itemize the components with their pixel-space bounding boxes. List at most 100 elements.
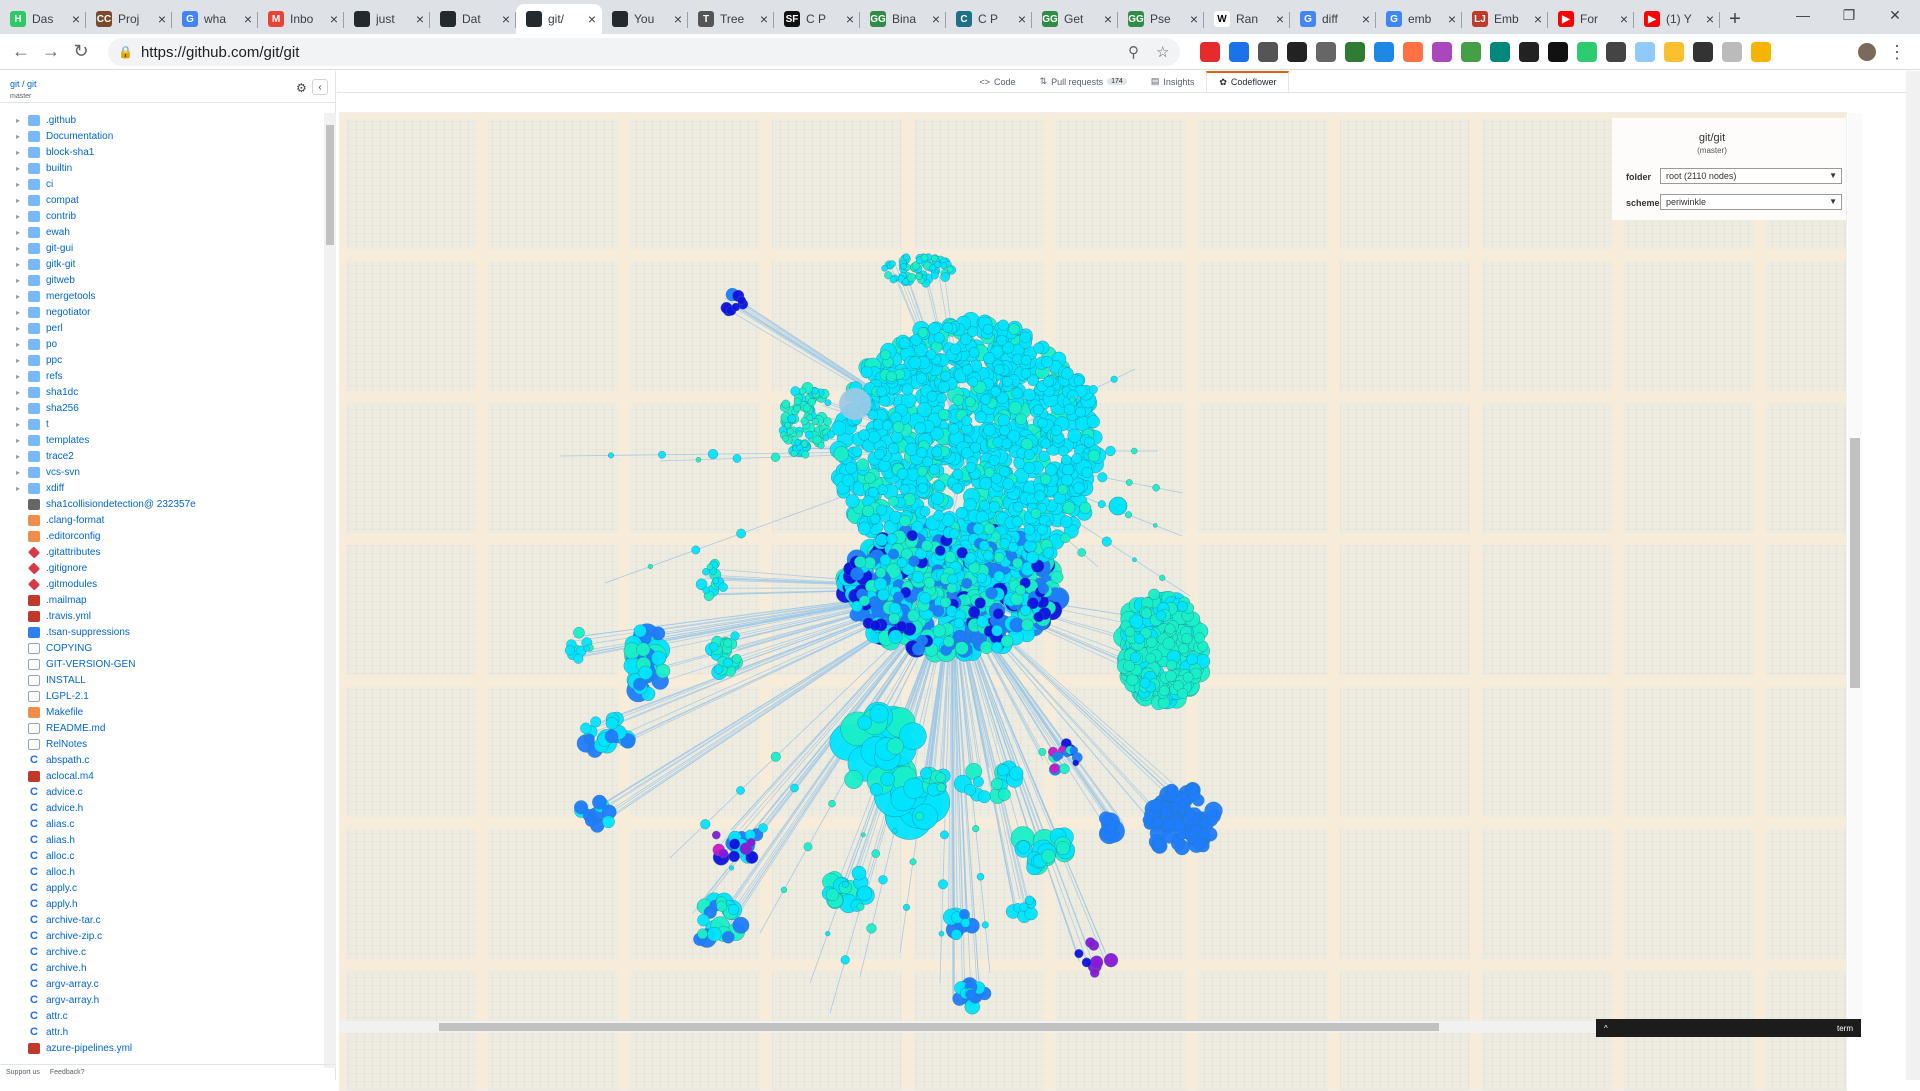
browser-tab[interactable]: Gdiff× [1290,4,1376,34]
close-icon[interactable]: × [588,11,596,27]
tree-file[interactable]: Calias.h [0,832,322,848]
tree-folder[interactable]: ▸.github [0,112,322,128]
close-icon[interactable]: × [1362,11,1370,27]
bookmark-star-icon[interactable]: ☆ [1156,43,1169,61]
codeflower-canvas[interactable] [339,112,1847,1091]
tab-pull-requests[interactable]: ⇅Pull requests174 [1028,71,1139,92]
tree-folder[interactable]: ▸sha1dc [0,384,322,400]
extension-icon[interactable] [1693,42,1713,62]
browser-tab[interactable]: GGGet× [1032,4,1118,34]
browser-tab[interactable]: GGBina× [860,4,946,34]
tree-file[interactable]: .tsan-suppressions [0,624,322,640]
chevron-right-icon[interactable]: ▸ [12,340,24,349]
tree-folder[interactable]: ▸vcs-svn [0,464,322,480]
chevron-right-icon[interactable]: ▸ [12,324,24,333]
chevron-right-icon[interactable]: ▸ [12,356,24,365]
tree-file[interactable]: azure-pipelines.yml [0,1040,322,1056]
extension-icon[interactable] [1258,42,1278,62]
extension-icon[interactable] [1374,42,1394,62]
reload-icon[interactable]: ↻ [66,37,96,67]
tree-folder[interactable]: ▸xdiff [0,480,322,496]
tree-folder[interactable]: ▸negotiator [0,304,322,320]
browser-tab[interactable]: MInbo× [258,4,344,34]
browser-tab[interactable]: CCProj× [86,4,172,34]
close-icon[interactable]: × [1276,11,1284,27]
tree-file[interactable]: Cadvice.h [0,800,322,816]
tree-file[interactable]: Capply.c [0,880,322,896]
chevron-right-icon[interactable]: ▸ [12,260,24,269]
tree-file[interactable]: Cargv-array.h [0,992,322,1008]
tree-file[interactable]: .mailmap [0,592,322,608]
tree-file[interactable]: .gitattributes [0,544,322,560]
extension-icon[interactable] [1432,42,1452,62]
tree-folder[interactable]: ▸trace2 [0,448,322,464]
gear-icon[interactable]: ⚙ [296,81,307,95]
tree-file[interactable]: aclocal.m4 [0,768,322,784]
browser-tab[interactable]: ▶(1) Y× [1634,4,1720,34]
extension-icon[interactable] [1577,42,1597,62]
profile-avatar[interactable] [1852,37,1882,67]
tree-file[interactable]: Cadvice.c [0,784,322,800]
codeflower-graph[interactable] [340,113,1847,1091]
support-link[interactable]: Support us [6,1069,40,1076]
extension-icon[interactable] [1722,42,1742,62]
browser-tab[interactable]: HDas× [0,4,86,34]
tree-folder[interactable]: ▸ci [0,176,322,192]
close-icon[interactable]: × [158,11,166,27]
chevron-right-icon[interactable]: ▸ [12,452,24,461]
chevron-right-icon[interactable]: ▸ [12,420,24,429]
browser-tab[interactable]: LJEmb× [1462,4,1548,34]
tree-file[interactable]: Carchive-tar.c [0,912,322,928]
tree-file[interactable]: Capply.h [0,896,322,912]
zoom-icon[interactable]: ⚲ [1128,43,1139,61]
close-icon[interactable]: × [1018,11,1026,27]
tree-folder[interactable]: ▸gitk-git [0,256,322,272]
extension-icon[interactable] [1316,42,1336,62]
tree-file[interactable]: Cattr.c [0,1008,322,1024]
extension-icon[interactable] [1519,42,1539,62]
tree-file[interactable]: .gitignore [0,560,322,576]
tree-file[interactable]: .clang-format [0,512,322,528]
tree-folder[interactable]: ▸contrib [0,208,322,224]
tree-folder[interactable]: ▸t [0,416,322,432]
tree-file[interactable]: GIT-VERSION-GEN [0,656,322,672]
extension-icon[interactable] [1229,42,1249,62]
tree-file[interactable]: .gitmodules [0,576,322,592]
close-icon[interactable]: × [416,11,424,27]
close-icon[interactable]: × [1706,11,1714,27]
chevron-right-icon[interactable]: ▸ [12,468,24,477]
close-icon[interactable]: × [1104,11,1112,27]
folder-select[interactable]: root (2110 nodes)▼ [1660,168,1842,184]
tree-folder[interactable]: ▸sha256 [0,400,322,416]
menu-icon[interactable]: ⋮ [1882,37,1912,67]
extension-icon[interactable] [1664,42,1684,62]
tab-codeflower[interactable]: ✿Codeflower [1206,71,1289,92]
scheme-select[interactable]: periwinkle▼ [1660,194,1842,210]
browser-tab[interactable]: SFC P× [774,4,860,34]
minimize-button[interactable]: — [1780,0,1826,30]
extension-icon[interactable] [1490,42,1510,62]
chevron-right-icon[interactable]: ▸ [12,308,24,317]
extension-icon[interactable] [1403,42,1423,62]
chevron-right-icon[interactable]: ▸ [12,132,24,141]
chevron-right-icon[interactable]: ▸ [12,276,24,285]
tree-file[interactable]: Calloc.c [0,848,322,864]
tree-folder[interactable]: ▸block-sha1 [0,144,322,160]
close-icon[interactable]: × [1448,11,1456,27]
tree-file[interactable]: sha1collisiondetection@ 232357e [0,496,322,512]
tree-file[interactable]: Cabspath.c [0,752,322,768]
tree-file[interactable]: Carchive.h [0,960,322,976]
close-icon[interactable]: × [674,11,682,27]
chevron-right-icon[interactable]: ▸ [12,244,24,253]
page-scrollbar[interactable] [1906,71,1920,1080]
close-icon[interactable]: × [846,11,854,27]
canvas-horizontal-scroll-thumb[interactable] [439,1023,1439,1031]
tree-file[interactable]: INSTALL [0,672,322,688]
close-icon[interactable]: × [932,11,940,27]
tree-folder[interactable]: ▸builtin [0,160,322,176]
tree-file[interactable]: Makefile [0,704,322,720]
tree-folder[interactable]: ▸ewah [0,224,322,240]
browser-tab[interactable]: TTree× [688,4,774,34]
tree-file[interactable]: Calias.c [0,816,322,832]
close-icon[interactable]: × [760,11,768,27]
